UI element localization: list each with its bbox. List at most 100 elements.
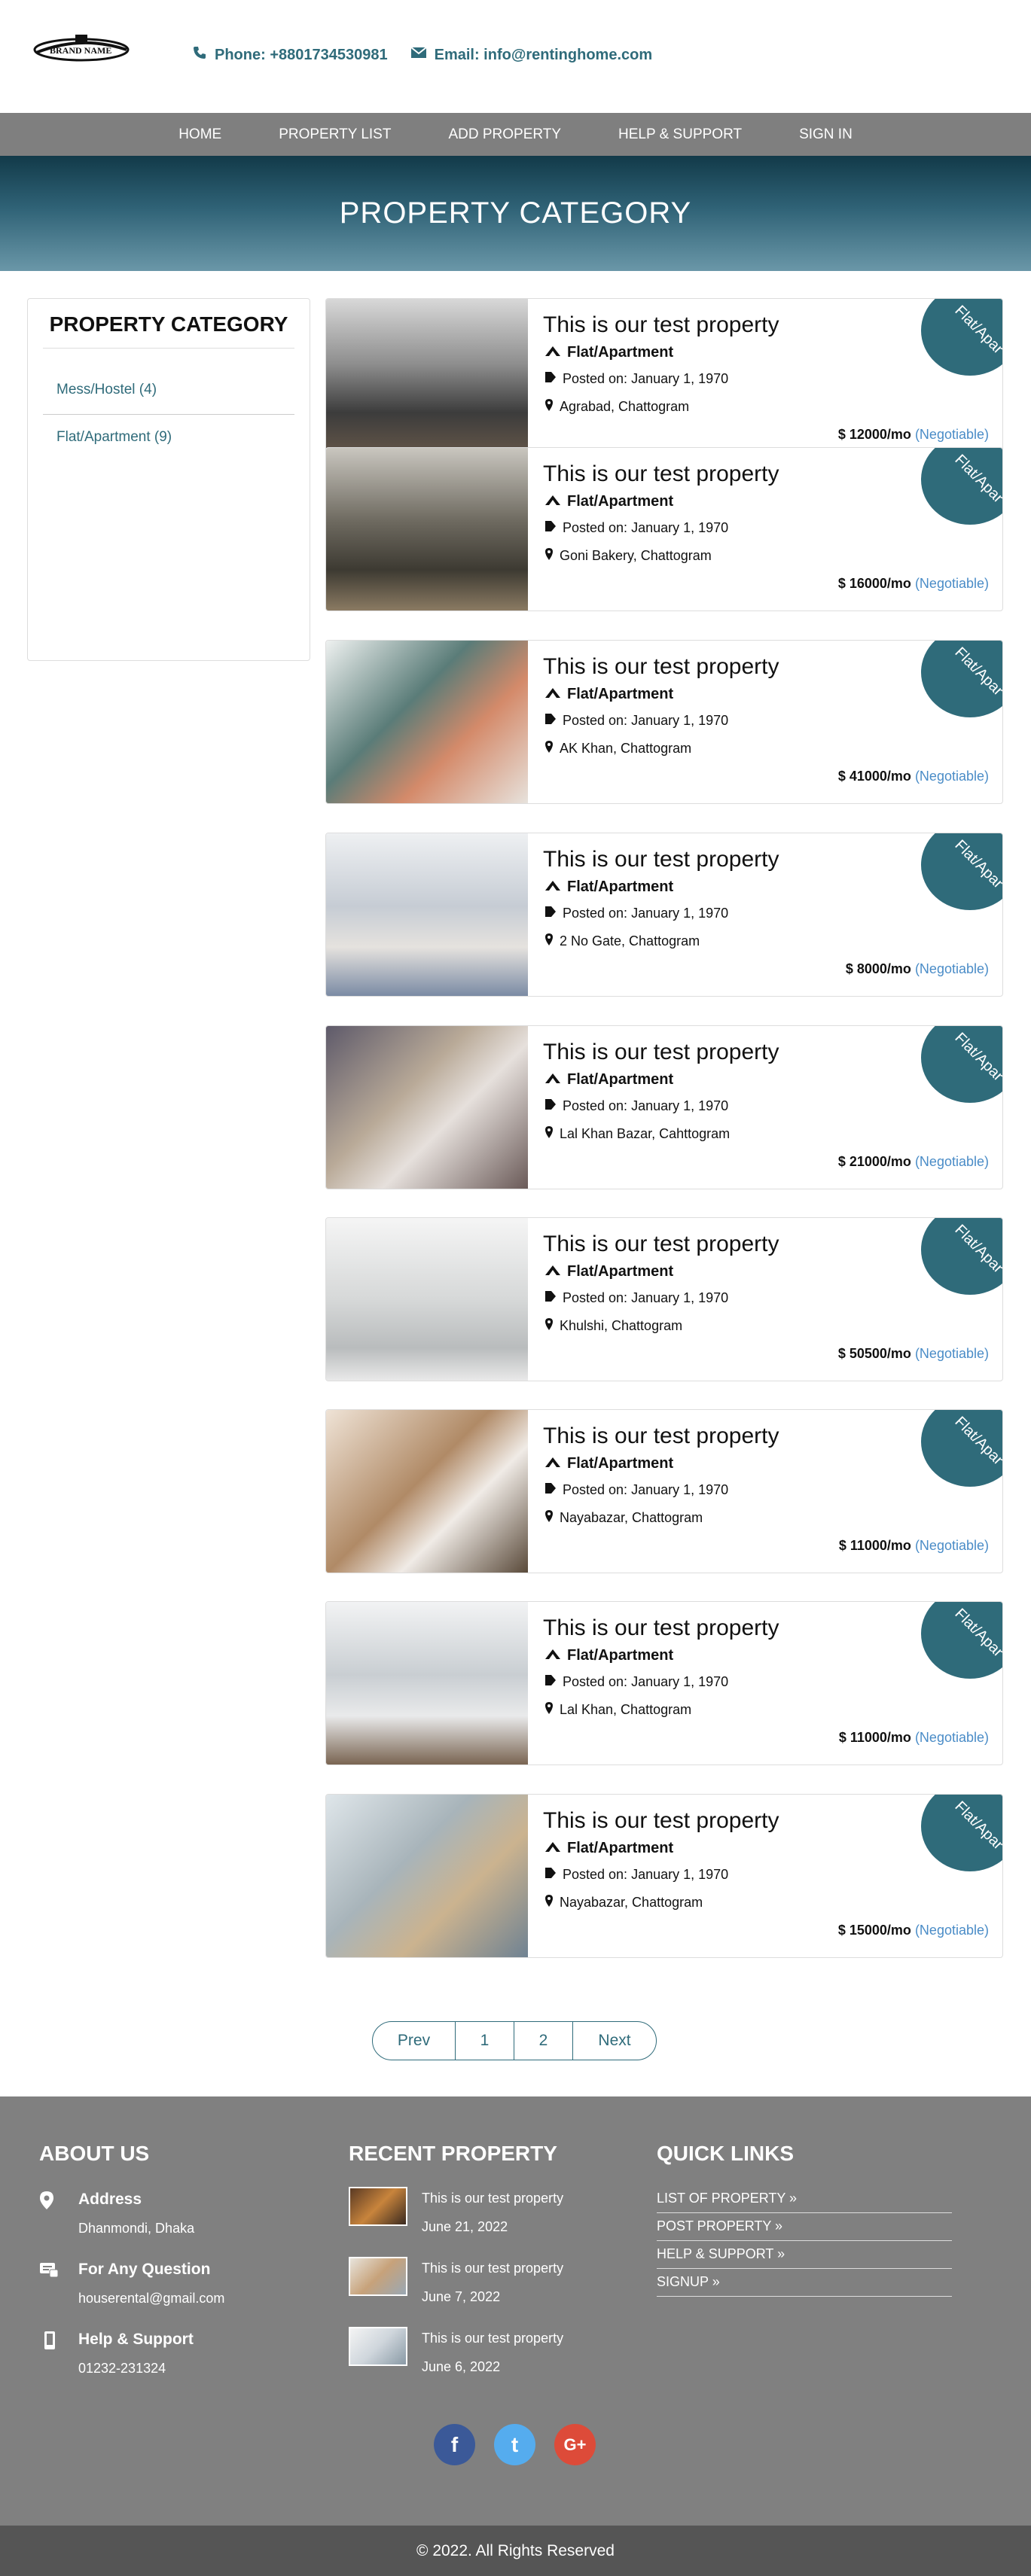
property-title[interactable]: This is our test property — [543, 1808, 779, 1834]
property-title[interactable]: This is our test property — [543, 1615, 779, 1641]
email-contact[interactable]: Email: info@rentinghome.com — [410, 45, 652, 65]
prev-button[interactable]: Prev — [373, 2022, 456, 2060]
property-posted: Posted on: January 1, 1970 — [544, 1098, 728, 1114]
property-posted: Posted on: January 1, 1970 — [544, 371, 728, 387]
price-value: $ 50500/mo — [837, 1346, 911, 1361]
address-title: Address — [78, 2191, 142, 2208]
property-card[interactable]: This is our test property Flat/Apartment… — [325, 1217, 1003, 1381]
logo-text: BRAND NAME — [50, 45, 112, 56]
map-pin-icon — [544, 1701, 554, 1719]
hero-banner: PROPERTY CATEGORY — [0, 156, 1031, 271]
property-photo[interactable] — [326, 448, 528, 611]
question-value[interactable]: houserental@gmail.com — [78, 2291, 224, 2307]
property-price: $ 11000/mo (Negotiable) — [839, 1538, 989, 1554]
category-flat-apartment[interactable]: Flat/Apartment (9) — [56, 429, 172, 446]
nav-item-home[interactable]: HOME — [150, 126, 250, 143]
property-type: Flat/Apartment — [544, 344, 673, 361]
category-mess-hostel[interactable]: Mess/Hostel (4) — [56, 382, 157, 398]
property-card[interactable]: This is our test property Flat/Apartment… — [325, 640, 1003, 804]
negotiable-label: (Negotiable) — [914, 1346, 989, 1361]
facebook-icon[interactable]: f — [434, 2424, 475, 2465]
recent-title: RECENT PROPERTY — [349, 2142, 557, 2165]
location-text: Nayabazar, Chattogram — [560, 1895, 703, 1910]
posted-date: Posted on: January 1, 1970 — [563, 1482, 729, 1497]
link-list-of-property[interactable]: LIST OF PROPERTY » — [657, 2191, 952, 2213]
map-pin-icon — [544, 1509, 554, 1527]
nav-item-help-support[interactable]: HELP & SUPPORT — [590, 126, 770, 143]
copyright-bar: © 2022. All Rights Reserved — [0, 2526, 1031, 2576]
tag-icon — [544, 713, 557, 729]
property-type-label: Flat/Apartment — [567, 686, 674, 702]
nav-item-property-list[interactable]: PROPERTY LIST — [250, 126, 419, 143]
home-icon — [544, 344, 561, 361]
property-title[interactable]: This is our test property — [543, 1040, 779, 1065]
property-title[interactable]: This is our test property — [543, 312, 779, 338]
brand-logo[interactable]: BRAND NAME — [29, 30, 134, 90]
nav-item-sign-in[interactable]: SIGN IN — [770, 126, 881, 143]
recent-item-title[interactable]: This is our test property — [422, 2261, 563, 2276]
property-card[interactable]: This is our test property Flat/Apartment… — [325, 298, 1003, 462]
map-pin-icon — [544, 547, 554, 565]
map-pin-icon — [544, 1125, 554, 1143]
price-value: $ 41000/mo — [837, 769, 911, 784]
link-post-property[interactable]: POST PROPERTY » — [657, 2218, 952, 2241]
property-card[interactable]: This is our test property Flat/Apartment… — [325, 1601, 1003, 1765]
category-ribbon: Flat/Apar — [921, 448, 1002, 525]
property-photo[interactable] — [326, 299, 528, 461]
category-ribbon: Flat/Apar — [921, 1026, 1002, 1103]
link-help-support[interactable]: HELP & SUPPORT » — [657, 2246, 952, 2269]
main-nav: HOME PROPERTY LIST ADD PROPERTY HELP & S… — [0, 113, 1031, 156]
recent-item-title[interactable]: This is our test property — [422, 2331, 563, 2346]
property-card[interactable]: This is our test property Flat/Apartment… — [325, 447, 1003, 611]
price-value: $ 21000/mo — [837, 1154, 911, 1169]
recent-item-title[interactable]: This is our test property — [422, 2191, 563, 2206]
social-links: f t G+ — [434, 2424, 596, 2465]
property-location: AK Khan, Chattogram — [544, 740, 691, 757]
price-value: $ 15000/mo — [837, 1923, 911, 1938]
ribbon-label: Flat/Apar — [951, 644, 1003, 699]
negotiable-label: (Negotiable) — [914, 1538, 989, 1553]
property-title[interactable]: This is our test property — [543, 461, 779, 487]
question-icon — [39, 2261, 59, 2282]
property-photo[interactable] — [326, 1795, 528, 1957]
google-plus-icon[interactable]: G+ — [554, 2424, 596, 2465]
location-text: Khulshi, Chattogram — [560, 1318, 683, 1333]
nav-item-add-property[interactable]: ADD PROPERTY — [419, 126, 590, 143]
page-2-button[interactable]: 2 — [514, 2022, 573, 2060]
map-pin-icon — [544, 740, 554, 757]
property-type: Flat/Apartment — [544, 686, 673, 703]
location-text: Goni Bakery, Chattogram — [560, 548, 712, 563]
posted-date: Posted on: January 1, 1970 — [563, 371, 729, 386]
property-photo[interactable] — [326, 1602, 528, 1765]
tag-icon — [544, 1867, 557, 1883]
next-button[interactable]: Next — [573, 2022, 656, 2060]
link-signup[interactable]: SIGNUP » — [657, 2274, 952, 2297]
property-location: Agrabad, Chattogram — [544, 398, 689, 416]
map-pin-icon — [544, 398, 554, 416]
property-title[interactable]: This is our test property — [543, 847, 779, 872]
address-value: Dhanmondi, Dhaka — [78, 2221, 195, 2236]
category-ribbon: Flat/Apar — [921, 641, 1003, 717]
property-title[interactable]: This is our test property — [543, 654, 779, 680]
property-card[interactable]: This is our test property Flat/Apartment… — [325, 1025, 1003, 1189]
property-photo[interactable] — [326, 1218, 528, 1381]
recent-thumbnail[interactable] — [349, 2257, 407, 2296]
property-card[interactable]: This is our test property Flat/Apartment… — [325, 1409, 1003, 1573]
tag-icon — [544, 371, 557, 387]
page-1-button[interactable]: 1 — [456, 2022, 514, 2060]
recent-thumbnail[interactable] — [349, 2187, 407, 2226]
property-type-label: Flat/Apartment — [567, 493, 674, 510]
twitter-icon[interactable]: t — [494, 2424, 535, 2465]
phone-contact[interactable]: Phone: +8801734530981 — [192, 45, 388, 65]
property-card[interactable]: This is our test property Flat/Apartment… — [325, 1794, 1003, 1958]
phone-icon — [192, 45, 207, 65]
property-photo[interactable] — [326, 833, 528, 996]
property-card[interactable]: This is our test property Flat/Apartment… — [325, 833, 1003, 997]
property-photo[interactable] — [326, 1026, 528, 1189]
property-photo[interactable] — [326, 641, 528, 803]
property-price: $ 11000/mo (Negotiable) — [839, 1730, 989, 1746]
property-title[interactable]: This is our test property — [543, 1423, 779, 1449]
property-photo[interactable] — [326, 1410, 528, 1573]
property-title[interactable]: This is our test property — [543, 1232, 779, 1257]
recent-thumbnail[interactable] — [349, 2327, 407, 2366]
